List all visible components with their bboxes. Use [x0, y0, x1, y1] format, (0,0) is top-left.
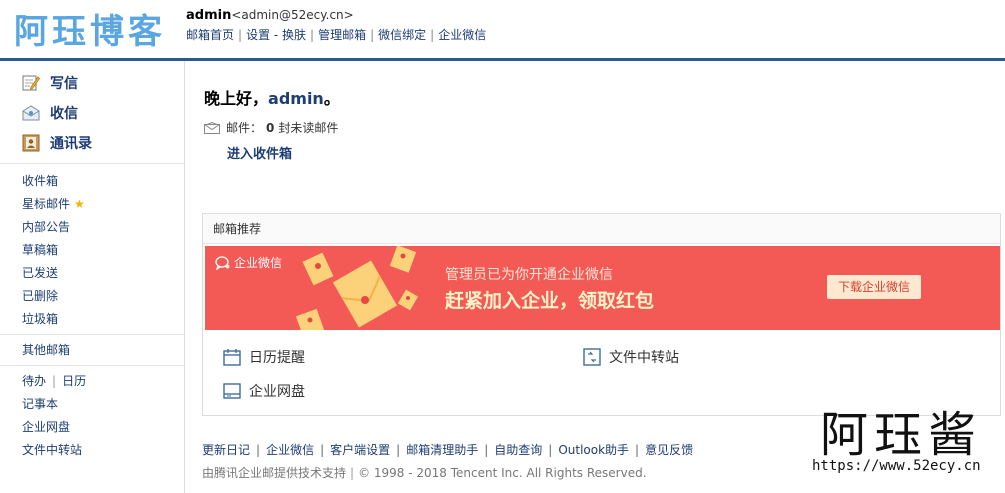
work-wechat-banner[interactable]: 企业微信 管理员已为你开通企业微信 赶紧加入企业，领取红包 下载企业微信: [205, 246, 1000, 330]
compose-label: 写信: [50, 76, 78, 92]
tool-enterprise-netdisk[interactable]: 企业网盘: [223, 381, 305, 401]
nav-wechat-bind[interactable]: 微信绑定: [378, 28, 426, 42]
mail-summary: 邮件： 0 封未读邮件: [204, 119, 338, 136]
header-nav: 邮箱首页 | 设置 - 换肤 | 管理邮箱 | 微信绑定 | 企业微信: [186, 26, 486, 43]
tool-file-transfer-label: 文件中转站: [609, 350, 679, 366]
footer-self-service[interactable]: 自助查询: [494, 443, 542, 457]
footer-feedback[interactable]: 意见反馈: [645, 443, 693, 457]
star-icon: ★: [74, 197, 85, 211]
greeting-prefix: 晚上好，: [204, 89, 269, 108]
recommend-title: 邮箱推荐: [203, 214, 1000, 244]
tool-separator: |: [52, 374, 57, 388]
footer-separator: |: [350, 466, 355, 480]
envelope-icon: [204, 121, 220, 134]
contacts-label: 通讯录: [50, 136, 92, 152]
tool-todo[interactable]: 待办: [22, 374, 46, 388]
file-transfer-icon: [583, 348, 601, 366]
download-work-wechat-button[interactable]: 下载企业微信: [827, 275, 921, 299]
calendar-icon: [223, 348, 241, 366]
greeting-suffix: 。: [323, 89, 340, 108]
footer-separator: |: [484, 443, 489, 457]
footer-separator: |: [635, 443, 640, 457]
tool-notes[interactable]: 记事本: [22, 395, 58, 413]
contacts-button[interactable]: 通讯录: [22, 132, 92, 154]
enter-inbox-link[interactable]: 进入收件箱: [227, 143, 292, 162]
footer-changelog[interactable]: 更新日记: [202, 443, 250, 457]
contacts-icon: [22, 134, 40, 152]
folder-announcements[interactable]: 内部公告: [22, 218, 70, 236]
footer-separator: |: [396, 443, 401, 457]
watermark-name: 阿珏酱: [820, 407, 983, 463]
footer-provider: 由腾讯企业邮提供技术支持: [202, 466, 347, 480]
footer-cleanup-assistant[interactable]: 邮箱清理助手: [406, 443, 478, 457]
unread-count: 0: [266, 120, 275, 135]
folder-drafts[interactable]: 草稿箱: [22, 241, 58, 259]
folder-inbox[interactable]: 收件箱: [22, 172, 58, 190]
footer-copyright-text: © 1998 - 2018 Tencent Inc. All Rights Re…: [358, 466, 647, 480]
folder-starred[interactable]: 星标邮件 ★: [22, 195, 85, 213]
nav-separator: |: [430, 28, 435, 42]
sidebar-divider: [0, 334, 184, 335]
footer-separator: |: [256, 443, 261, 457]
greeting-user: admin: [268, 89, 324, 108]
footer-links: 更新日记 | 企业微信 | 客户端设置 | 邮箱清理助手 | 自助查询 | Outlook助手 | 意见…: [202, 441, 693, 458]
header: 阿珏博客 admin<admin@52ecy.cn> 邮箱首页 | 设置 - 换肤 |…: [0, 0, 1005, 58]
banner-headline: 赶紧加入企业，领取红包: [445, 290, 655, 312]
inbox-icon: [22, 104, 40, 122]
compose-button[interactable]: 写信: [22, 72, 78, 94]
folder-starred-label: 星标邮件: [22, 197, 71, 211]
nav-settings-skin[interactable]: 设置 - 换肤: [246, 28, 306, 42]
folder-deleted[interactable]: 已删除: [22, 287, 58, 305]
nav-mail-home[interactable]: 邮箱首页: [186, 28, 234, 42]
footer-outlook-assistant[interactable]: Outlook助手: [558, 443, 629, 457]
tool-file-transfer[interactable]: 文件中转站: [22, 441, 82, 459]
receive-button[interactable]: 收信: [22, 102, 78, 124]
tool-netdisk[interactable]: 企业网盘: [22, 418, 70, 436]
tool-calendar[interactable]: 日历: [62, 374, 86, 388]
nav-work-wechat[interactable]: 企业微信: [438, 28, 486, 42]
mail-label: 邮件：: [226, 121, 263, 135]
folder-spam[interactable]: 垃圾箱: [22, 310, 58, 328]
nav-separator: |: [310, 28, 315, 42]
receive-label: 收信: [50, 106, 78, 122]
unread-suffix: 封未读邮件: [278, 121, 339, 135]
greeting: 晚上好，admin。: [204, 85, 340, 109]
tool-calendar-label: 日历提醒: [249, 350, 305, 366]
banner-subtitle: 管理员已为你开通企业微信: [445, 267, 613, 283]
user-name: admin: [186, 8, 232, 23]
pencil-icon: [22, 74, 41, 92]
netdisk-icon: [223, 382, 241, 400]
tool-calendar-reminder[interactable]: 日历提醒: [223, 347, 305, 367]
todo-calendar-row: 待办 | 日历: [22, 372, 86, 390]
tool-netdisk-label: 企业网盘: [249, 384, 305, 400]
footer-separator: |: [548, 443, 553, 457]
nav-separator: |: [238, 28, 243, 42]
sidebar-divider: [0, 163, 184, 164]
folder-sent[interactable]: 已发送: [22, 264, 58, 282]
banner-brand: 企业微信: [215, 254, 282, 271]
recommend-panel: 邮箱推荐 企业微信 管理员已为你开通企业微信 赶紧加入企业，领取红包 下载企业微…: [202, 213, 1001, 416]
chat-bubble-icon: [215, 255, 231, 270]
sidebar-divider: [0, 365, 184, 366]
tool-file-transfer-station[interactable]: 文件中转站: [583, 347, 679, 367]
user-email: <admin@52ecy.cn>: [231, 8, 354, 22]
sidebar: 写信 收信 通讯录 收件箱 星标邮件 ★ 内部公告 草稿箱 已发送 已删除 垃圾箱…: [0, 61, 185, 493]
footer-work-wechat[interactable]: 企业微信: [266, 443, 314, 457]
watermark-url: https://www.52ecy.cn: [812, 458, 981, 474]
red-envelope-illustration: [295, 246, 419, 330]
footer-separator: |: [320, 443, 325, 457]
folder-other-mailboxes[interactable]: 其他邮箱: [22, 341, 70, 359]
user-info: admin<admin@52ecy.cn>: [186, 8, 354, 23]
footer-copyright: 由腾讯企业邮提供技术支持 | © 1998 - 2018 Tencent Inc. …: [202, 464, 647, 481]
footer-client-settings[interactable]: 客户端设置: [330, 443, 390, 457]
site-logo[interactable]: 阿珏博客: [14, 4, 166, 53]
nav-separator: |: [370, 28, 375, 42]
nav-manage-mailbox[interactable]: 管理邮箱: [318, 28, 366, 42]
banner-brand-label: 企业微信: [234, 256, 283, 270]
